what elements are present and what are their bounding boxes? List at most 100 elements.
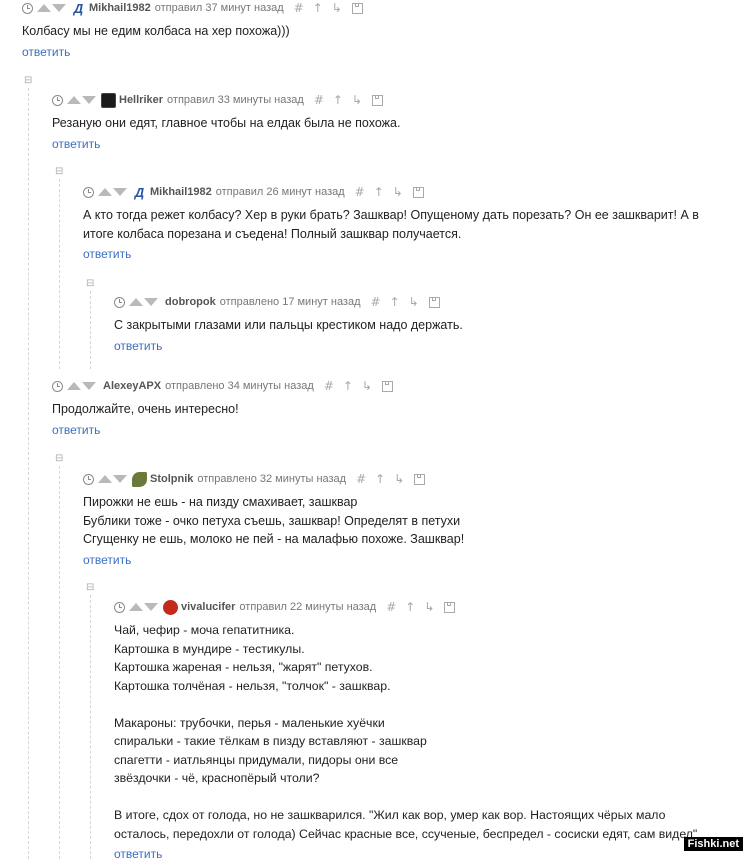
username[interactable]: dobropok <box>165 296 216 308</box>
branch-icon[interactable]: ↳ <box>409 295 419 309</box>
comment-text: Пирожки не ешь - на пизду смахивает, заш… <box>83 495 465 546</box>
downvote-icon[interactable] <box>144 298 158 306</box>
username[interactable]: Mikhail1982 <box>89 2 151 14</box>
comment-time: отправлено 34 минуты назад <box>165 380 314 392</box>
collapse-toggle-icon[interactable]: ⊟ <box>55 454 63 464</box>
downvote-icon[interactable] <box>82 96 96 104</box>
up-arrow-icon[interactable]: ↑ <box>333 93 343 107</box>
thread-line <box>28 88 29 859</box>
upvote-icon[interactable] <box>98 475 112 483</box>
save-icon[interactable] <box>444 601 456 613</box>
upvote-icon[interactable] <box>37 4 51 12</box>
hash-icon[interactable]: # <box>371 295 381 309</box>
hash-icon[interactable]: # <box>314 93 324 107</box>
branch-icon[interactable]: ↳ <box>393 185 403 199</box>
upvote-icon[interactable] <box>129 298 143 306</box>
branch-icon[interactable]: ↳ <box>352 93 362 107</box>
comment: dobropok отправлено 17 минут назад # ↑ ↳… <box>114 294 742 355</box>
save-icon[interactable] <box>382 380 393 392</box>
comment-meta: Д Mikhail1982 отправил 26 минут назад # … <box>83 184 743 200</box>
downvote-icon[interactable] <box>52 4 66 12</box>
comment: Hellriker отправил 33 минуты назад # ↑ ↳… <box>52 92 742 153</box>
comment-meta: Д Mikhail1982 отправил 37 минут назад # … <box>22 0 742 16</box>
save-icon[interactable] <box>372 94 384 106</box>
up-arrow-icon[interactable]: ↑ <box>343 379 353 393</box>
comment-time: отправил 22 минуты назад <box>239 601 377 613</box>
comment-time: отправил 26 минут назад <box>215 186 345 198</box>
up-arrow-icon[interactable]: ↑ <box>390 295 400 309</box>
username[interactable]: Stolpnik <box>150 473 193 485</box>
clock-icon <box>114 296 125 308</box>
collapse-toggle-icon[interactable]: ⊟ <box>24 76 32 86</box>
downvote-icon[interactable] <box>113 188 127 196</box>
upvote-icon[interactable] <box>98 188 112 196</box>
up-arrow-icon[interactable]: ↑ <box>375 472 385 486</box>
comment-meta: AlexeyAPX отправлено 34 минуты назад # ↑… <box>52 378 742 394</box>
comment: vivalucifer отправил 22 минуты назад # ↑… <box>114 599 744 863</box>
hash-icon[interactable]: # <box>356 472 366 486</box>
comment-meta: dobropok отправлено 17 минут назад # ↑ ↳ <box>114 294 742 310</box>
branch-icon[interactable]: ↳ <box>424 600 434 614</box>
reply-link[interactable]: ответить <box>83 553 131 567</box>
clock-icon <box>52 380 63 392</box>
save-icon[interactable] <box>428 296 440 308</box>
branch-icon[interactable]: ↳ <box>362 379 372 393</box>
dynamo-icon: Д <box>71 0 86 16</box>
username[interactable]: Hellriker <box>119 94 163 106</box>
comment-time: отправлено 17 минут назад <box>219 296 361 308</box>
hash-icon[interactable]: # <box>294 1 304 15</box>
hash-icon[interactable]: # <box>324 379 334 393</box>
downvote-icon[interactable] <box>113 475 127 483</box>
up-arrow-icon[interactable]: ↑ <box>374 185 384 199</box>
reply-link[interactable]: ответить <box>52 423 100 437</box>
dynamo-icon: Д <box>132 184 147 200</box>
dark-avatar <box>101 92 116 108</box>
save-icon[interactable] <box>412 186 424 198</box>
save-icon[interactable] <box>351 2 363 14</box>
upvote-icon[interactable] <box>129 603 143 611</box>
comment: Stolpnik отправлено 32 минуты назад # ↑ … <box>83 471 743 569</box>
branch-icon[interactable]: ↳ <box>394 472 404 486</box>
reply-link[interactable]: ответить <box>83 247 131 261</box>
comment-text: С закрытыми глазами или пальцы крестиком… <box>114 318 463 332</box>
reply-link[interactable]: ответить <box>114 339 162 353</box>
up-arrow-icon[interactable]: ↑ <box>405 600 415 614</box>
dragon-avatar <box>132 471 147 487</box>
clock-icon <box>22 2 33 14</box>
hash-icon[interactable]: # <box>355 185 365 199</box>
comment-text: А кто тогда режет колбасу? Хер в руки бр… <box>83 208 699 241</box>
branch-icon[interactable]: ↳ <box>332 1 342 15</box>
comment-time: отправил 37 минут назад <box>154 2 284 14</box>
comment-time: отправлено 32 минуты назад <box>197 473 347 485</box>
up-arrow-icon[interactable]: ↑ <box>313 1 323 15</box>
comment-time: отправил 33 минуты назад <box>167 94 304 106</box>
username[interactable]: AlexeyAPX <box>103 380 161 392</box>
comment: Д Mikhail1982 отправил 26 минут назад # … <box>83 184 743 263</box>
thread-line <box>90 595 91 859</box>
save-icon[interactable] <box>414 473 426 485</box>
clock-icon <box>114 601 125 613</box>
collapse-toggle-icon[interactable]: ⊟ <box>86 279 94 289</box>
username[interactable]: Mikhail1982 <box>150 186 212 198</box>
comment: AlexeyAPX отправлено 34 минуты назад # ↑… <box>52 378 742 439</box>
collapse-toggle-icon[interactable]: ⊟ <box>86 583 94 593</box>
downvote-icon[interactable] <box>82 382 96 390</box>
collapse-toggle-icon[interactable]: ⊟ <box>55 167 63 177</box>
hash-icon[interactable]: # <box>386 600 396 614</box>
username[interactable]: vivalucifer <box>181 601 235 613</box>
thread-line <box>59 179 60 369</box>
comment-text: Резаную они едят, главное чтобы на елдак… <box>52 116 401 130</box>
reply-link[interactable]: ответить <box>52 137 100 151</box>
comment-text: Колбасу мы не едим колбаса на хер похожа… <box>22 24 290 38</box>
comment-text: Чай, чефир - моча гепатитника. Картошка … <box>114 623 698 841</box>
downvote-icon[interactable] <box>144 603 158 611</box>
clock-icon <box>83 186 94 198</box>
watermark: Fishki.net <box>683 837 743 851</box>
comment-meta: vivalucifer отправил 22 минуты назад # ↑… <box>114 599 744 615</box>
upvote-icon[interactable] <box>67 382 81 390</box>
thread-line <box>90 291 91 369</box>
comment-meta: Stolpnik отправлено 32 минуты назад # ↑ … <box>83 471 743 487</box>
reply-link[interactable]: ответить <box>22 45 70 59</box>
upvote-icon[interactable] <box>67 96 81 104</box>
comment: Д Mikhail1982 отправил 37 минут назад # … <box>22 0 742 61</box>
